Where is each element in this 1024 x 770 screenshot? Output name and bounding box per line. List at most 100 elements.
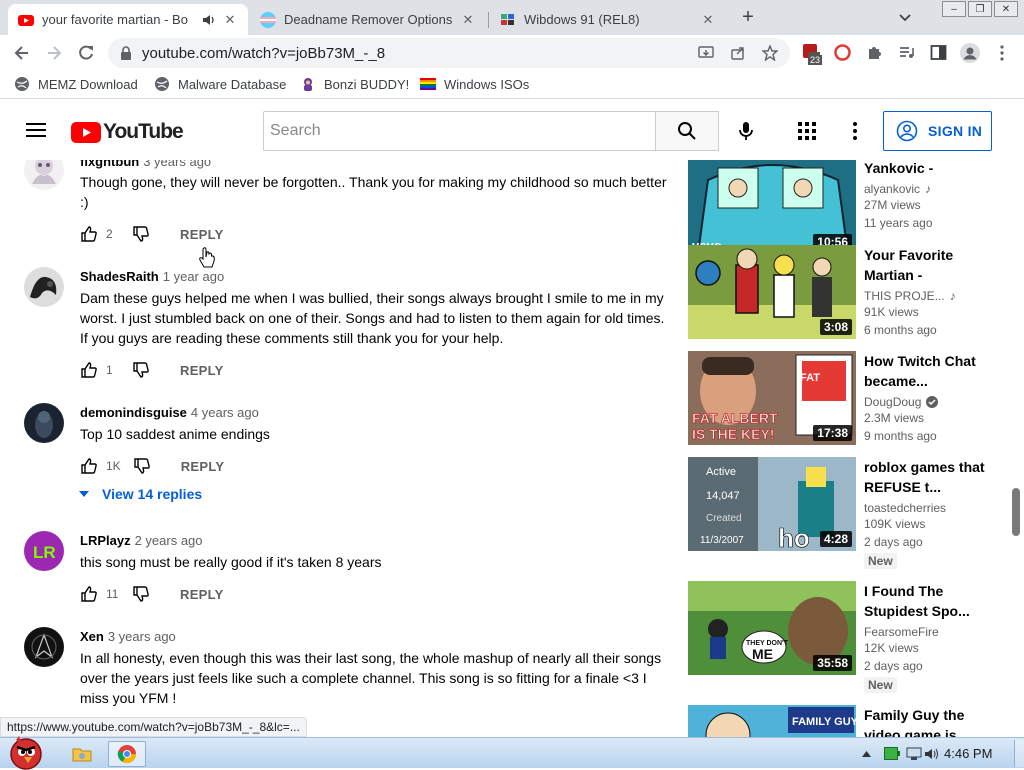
opera-extension-icon[interactable] <box>834 44 851 61</box>
avatar[interactable] <box>24 160 64 190</box>
close-window-button[interactable]: ✕ <box>994 1 1018 17</box>
reply-button[interactable]: REPLY <box>180 227 224 242</box>
install-app-icon[interactable] <box>698 45 714 61</box>
taskbar-clock[interactable]: 4:46 PM <box>944 746 992 761</box>
lock-icon[interactable] <box>120 46 132 60</box>
video-channel[interactable]: DougDoug <box>864 395 994 409</box>
back-icon[interactable] <box>12 43 32 63</box>
recommended-video[interactable]: THEY DON'T ME 35:58 I Found The Stupides… <box>688 581 998 693</box>
thumbs-up-icon[interactable] <box>80 361 98 379</box>
video-channel[interactable]: alyankovic ♪ <box>864 182 994 196</box>
comment-time[interactable]: 4 years ago <box>191 405 259 420</box>
comment-time[interactable]: 2 years ago <box>135 533 203 548</box>
video-title[interactable]: Family Guy the video game is... <box>864 705 994 737</box>
bookmark-memz[interactable]: MEMZ Download <box>14 76 138 92</box>
recommended-video[interactable]: FAMILY GUY Family Guy the video game is.… <box>688 705 998 737</box>
channel-name[interactable]: toastedcherries <box>864 501 946 515</box>
forward-icon[interactable] <box>44 43 64 63</box>
search-button[interactable] <box>655 111 719 151</box>
close-tab-icon[interactable]: ✕ <box>222 12 238 28</box>
avatar[interactable]: LR <box>24 531 64 571</box>
url-text[interactable]: youtube.com/watch?v=joBb73M_-_8 <box>142 45 385 62</box>
bookmark-star-icon[interactable] <box>762 45 778 61</box>
video-title[interactable]: Your Favorite Martian - <box>864 245 994 285</box>
microphone-icon[interactable] <box>735 120 757 142</box>
recommended-video[interactable]: vevo 10:56 Yankovic - alyankovic ♪ 27M v… <box>688 160 998 254</box>
avatar[interactable] <box>24 403 64 443</box>
comment-author[interactable]: LRPlayz <box>80 533 131 548</box>
recommended-video[interactable]: Active 14,047 Created 11/3/2007 ho 4:28 … <box>688 457 998 569</box>
reload-icon[interactable] <box>76 43 96 63</box>
thumbs-down-icon[interactable] <box>132 225 150 243</box>
video-channel[interactable]: THIS PROJE... ♪ <box>864 289 994 303</box>
settings-more-icon[interactable] <box>845 121 865 141</box>
taskbar-chrome[interactable] <box>108 741 146 767</box>
video-title[interactable]: How Twitch Chat became... <box>864 351 994 391</box>
media-control-icon[interactable] <box>898 44 915 61</box>
close-tab-icon[interactable]: ✕ <box>700 12 716 28</box>
avatar[interactable] <box>24 627 64 667</box>
comment-author[interactable]: Xen <box>80 629 104 644</box>
comment-time[interactable]: 3 years ago <box>108 629 176 644</box>
comment-time[interactable]: 1 year ago <box>163 269 224 284</box>
side-panel-icon[interactable] <box>930 44 947 61</box>
thumbs-up-icon[interactable] <box>80 225 98 243</box>
video-thumbnail[interactable]: THEY DON'T ME 35:58 <box>688 581 856 675</box>
tab-deadname-remover[interactable]: Deadname Remover Options ✕ <box>250 4 486 35</box>
sign-in-button[interactable]: SIGN IN <box>883 111 992 151</box>
taskbar-file-explorer[interactable] <box>63 741 101 767</box>
channel-name[interactable]: alyankovic <box>864 182 920 196</box>
recommended-video[interactable]: FAT FAT ALBERT IS THE KEY! 17:38 How Twi… <box>688 351 998 445</box>
bookmark-bonzi-buddy[interactable]: Bonzi BUDDY! <box>300 76 409 92</box>
reply-button[interactable]: REPLY <box>180 587 224 602</box>
thumbs-down-icon[interactable] <box>132 585 150 603</box>
recommended-video[interactable]: 3:08 Your Favorite Martian - THIS PROJE.… <box>688 245 998 339</box>
share-icon[interactable] <box>730 45 746 61</box>
channel-name[interactable]: THIS PROJE... <box>864 289 945 303</box>
reply-button[interactable]: REPLY <box>180 363 224 378</box>
battery-icon[interactable] <box>884 747 900 760</box>
bookmark-windows-isos[interactable]: Windows ISOs <box>420 76 529 92</box>
thumbs-down-icon[interactable] <box>133 457 151 475</box>
minimize-button[interactable]: – <box>942 1 966 17</box>
address-bar[interactable]: youtube.com/watch?v=joBb73M_-_8 <box>108 38 790 68</box>
maximize-button[interactable]: ❐ <box>968 1 992 17</box>
reply-button[interactable]: REPLY <box>181 459 225 474</box>
video-thumbnail[interactable]: Active 14,047 Created 11/3/2007 ho 4:28 <box>688 457 856 551</box>
show-desktop-button[interactable] <box>1014 740 1024 767</box>
channel-name[interactable]: FearsomeFire <box>864 625 939 639</box>
page-scrollbar[interactable] <box>1008 160 1024 737</box>
search-input[interactable] <box>264 112 656 150</box>
tab-windows-91[interactable]: Wibdows 91 (REL8) ✕ <box>490 4 726 35</box>
thumbs-down-icon[interactable] <box>132 361 150 379</box>
new-tab-button[interactable]: + <box>738 7 758 27</box>
chrome-menu-icon[interactable] <box>994 44 1010 62</box>
thumbs-up-icon[interactable] <box>80 585 98 603</box>
network-icon[interactable] <box>906 747 922 761</box>
speaker-icon[interactable] <box>202 13 216 27</box>
view-replies-button[interactable]: View 14 replies <box>78 486 202 502</box>
tab-search-chevron-icon[interactable] <box>896 9 914 27</box>
close-tab-icon[interactable]: ✕ <box>460 12 476 28</box>
start-button-angry-bird-icon[interactable] <box>2 730 50 770</box>
hamburger-menu-icon[interactable] <box>26 122 46 138</box>
video-thumbnail[interactable]: FAT FAT ALBERT IS THE KEY! 17:38 <box>688 351 856 445</box>
video-title[interactable]: roblox games that REFUSE t... <box>864 457 994 497</box>
comment-time[interactable]: 3 years ago <box>143 160 211 169</box>
youtube-logo[interactable]: YouTube <box>71 120 184 144</box>
youtube-apps-icon[interactable] <box>797 121 817 141</box>
scrollbar-thumb[interactable] <box>1012 488 1020 536</box>
avatar[interactable] <box>24 267 64 307</box>
tray-expand-icon[interactable] <box>862 750 871 758</box>
profile-avatar-icon[interactable] <box>959 42 981 64</box>
video-title[interactable]: I Found The Stupidest Spo... <box>864 581 994 621</box>
volume-icon[interactable] <box>924 747 940 761</box>
video-thumbnail[interactable]: 3:08 <box>688 245 856 339</box>
comment-author[interactable]: ShadesRaith <box>80 269 159 284</box>
video-channel[interactable]: FearsomeFire <box>864 625 994 639</box>
comment-author[interactable]: demonindisguise <box>80 405 187 420</box>
video-thumbnail[interactable]: FAMILY GUY <box>688 705 856 737</box>
video-thumbnail[interactable]: vevo 10:56 <box>688 160 856 254</box>
bookmark-malware-database[interactable]: Malware Database <box>154 76 286 92</box>
tab-youtube[interactable]: your favorite martian - Bo ✕ <box>8 4 248 35</box>
